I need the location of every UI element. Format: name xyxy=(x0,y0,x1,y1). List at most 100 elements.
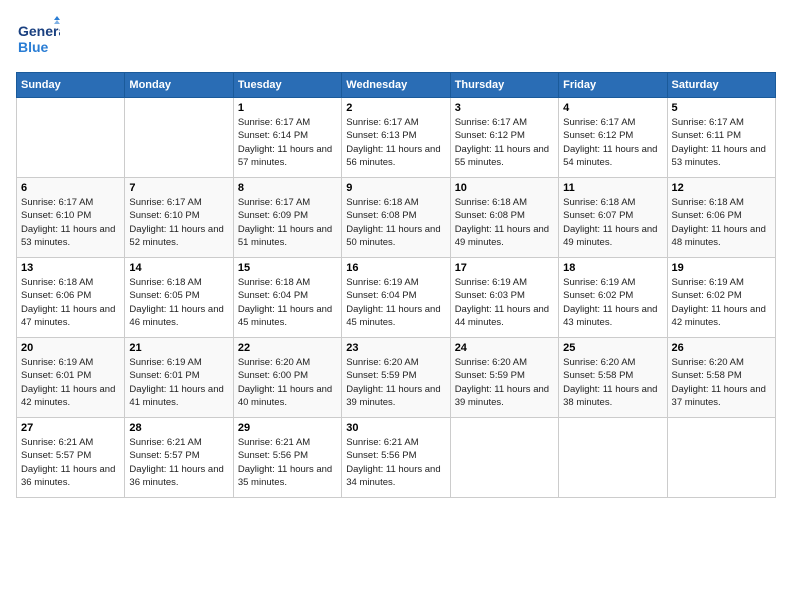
calendar-cell: 3 Sunrise: 6:17 AM Sunset: 6:12 PM Dayli… xyxy=(450,98,558,178)
col-sunday: Sunday xyxy=(17,73,125,98)
day-number: 12 xyxy=(672,182,771,194)
calendar-table: Sunday Monday Tuesday Wednesday Thursday… xyxy=(16,72,776,498)
header: General Blue xyxy=(16,16,776,60)
calendar-cell: 27 Sunrise: 6:21 AM Sunset: 5:57 PM Dayl… xyxy=(17,418,125,498)
day-number: 21 xyxy=(129,342,228,354)
day-info: Sunrise: 6:19 AM Sunset: 6:01 PM Dayligh… xyxy=(21,356,120,409)
day-number: 14 xyxy=(129,262,228,274)
calendar-week-row: 13 Sunrise: 6:18 AM Sunset: 6:06 PM Dayl… xyxy=(17,258,776,338)
day-info: Sunrise: 6:20 AM Sunset: 5:58 PM Dayligh… xyxy=(672,356,771,409)
calendar-cell: 20 Sunrise: 6:19 AM Sunset: 6:01 PM Dayl… xyxy=(17,338,125,418)
day-info: Sunrise: 6:17 AM Sunset: 6:11 PM Dayligh… xyxy=(672,116,771,169)
calendar-cell: 14 Sunrise: 6:18 AM Sunset: 6:05 PM Dayl… xyxy=(125,258,233,338)
day-number: 16 xyxy=(346,262,445,274)
calendar-cell: 22 Sunrise: 6:20 AM Sunset: 6:00 PM Dayl… xyxy=(233,338,341,418)
calendar-cell: 29 Sunrise: 6:21 AM Sunset: 5:56 PM Dayl… xyxy=(233,418,341,498)
day-info: Sunrise: 6:18 AM Sunset: 6:06 PM Dayligh… xyxy=(672,196,771,249)
calendar-cell: 6 Sunrise: 6:17 AM Sunset: 6:10 PM Dayli… xyxy=(17,178,125,258)
calendar-week-row: 27 Sunrise: 6:21 AM Sunset: 5:57 PM Dayl… xyxy=(17,418,776,498)
calendar-cell: 9 Sunrise: 6:18 AM Sunset: 6:08 PM Dayli… xyxy=(342,178,450,258)
calendar-cell: 17 Sunrise: 6:19 AM Sunset: 6:03 PM Dayl… xyxy=(450,258,558,338)
day-number: 26 xyxy=(672,342,771,354)
day-number: 20 xyxy=(21,342,120,354)
calendar-cell: 21 Sunrise: 6:19 AM Sunset: 6:01 PM Dayl… xyxy=(125,338,233,418)
day-number: 1 xyxy=(238,102,337,114)
calendar-week-row: 6 Sunrise: 6:17 AM Sunset: 6:10 PM Dayli… xyxy=(17,178,776,258)
day-info: Sunrise: 6:17 AM Sunset: 6:10 PM Dayligh… xyxy=(129,196,228,249)
day-number: 30 xyxy=(346,422,445,434)
day-info: Sunrise: 6:18 AM Sunset: 6:04 PM Dayligh… xyxy=(238,276,337,329)
day-number: 19 xyxy=(672,262,771,274)
calendar-cell: 8 Sunrise: 6:17 AM Sunset: 6:09 PM Dayli… xyxy=(233,178,341,258)
day-info: Sunrise: 6:21 AM Sunset: 5:57 PM Dayligh… xyxy=(21,436,120,489)
day-info: Sunrise: 6:18 AM Sunset: 6:06 PM Dayligh… xyxy=(21,276,120,329)
calendar-cell: 16 Sunrise: 6:19 AM Sunset: 6:04 PM Dayl… xyxy=(342,258,450,338)
day-number: 3 xyxy=(455,102,554,114)
day-info: Sunrise: 6:18 AM Sunset: 6:05 PM Dayligh… xyxy=(129,276,228,329)
day-info: Sunrise: 6:17 AM Sunset: 6:12 PM Dayligh… xyxy=(455,116,554,169)
col-monday: Monday xyxy=(125,73,233,98)
calendar-cell: 2 Sunrise: 6:17 AM Sunset: 6:13 PM Dayli… xyxy=(342,98,450,178)
day-info: Sunrise: 6:17 AM Sunset: 6:14 PM Dayligh… xyxy=(238,116,337,169)
day-number: 27 xyxy=(21,422,120,434)
day-info: Sunrise: 6:19 AM Sunset: 6:04 PM Dayligh… xyxy=(346,276,445,329)
calendar-week-row: 1 Sunrise: 6:17 AM Sunset: 6:14 PM Dayli… xyxy=(17,98,776,178)
calendar-cell: 5 Sunrise: 6:17 AM Sunset: 6:11 PM Dayli… xyxy=(667,98,775,178)
day-info: Sunrise: 6:19 AM Sunset: 6:02 PM Dayligh… xyxy=(563,276,662,329)
day-info: Sunrise: 6:18 AM Sunset: 6:08 PM Dayligh… xyxy=(346,196,445,249)
logo-svg: General Blue xyxy=(16,16,60,60)
day-info: Sunrise: 6:20 AM Sunset: 5:59 PM Dayligh… xyxy=(455,356,554,409)
day-number: 22 xyxy=(238,342,337,354)
calendar-cell: 25 Sunrise: 6:20 AM Sunset: 5:58 PM Dayl… xyxy=(559,338,667,418)
calendar-cell: 13 Sunrise: 6:18 AM Sunset: 6:06 PM Dayl… xyxy=(17,258,125,338)
calendar-cell xyxy=(17,98,125,178)
calendar-cell xyxy=(450,418,558,498)
col-wednesday: Wednesday xyxy=(342,73,450,98)
day-info: Sunrise: 6:18 AM Sunset: 6:07 PM Dayligh… xyxy=(563,196,662,249)
day-number: 13 xyxy=(21,262,120,274)
calendar-header-row: Sunday Monday Tuesday Wednesday Thursday… xyxy=(17,73,776,98)
day-info: Sunrise: 6:19 AM Sunset: 6:03 PM Dayligh… xyxy=(455,276,554,329)
day-info: Sunrise: 6:20 AM Sunset: 5:58 PM Dayligh… xyxy=(563,356,662,409)
calendar-cell: 26 Sunrise: 6:20 AM Sunset: 5:58 PM Dayl… xyxy=(667,338,775,418)
calendar-cell: 11 Sunrise: 6:18 AM Sunset: 6:07 PM Dayl… xyxy=(559,178,667,258)
day-number: 7 xyxy=(129,182,228,194)
day-number: 23 xyxy=(346,342,445,354)
col-friday: Friday xyxy=(559,73,667,98)
calendar-cell: 28 Sunrise: 6:21 AM Sunset: 5:57 PM Dayl… xyxy=(125,418,233,498)
calendar-cell xyxy=(125,98,233,178)
calendar-cell: 4 Sunrise: 6:17 AM Sunset: 6:12 PM Dayli… xyxy=(559,98,667,178)
calendar-week-row: 20 Sunrise: 6:19 AM Sunset: 6:01 PM Dayl… xyxy=(17,338,776,418)
day-number: 28 xyxy=(129,422,228,434)
calendar-cell: 24 Sunrise: 6:20 AM Sunset: 5:59 PM Dayl… xyxy=(450,338,558,418)
day-number: 5 xyxy=(672,102,771,114)
day-info: Sunrise: 6:17 AM Sunset: 6:12 PM Dayligh… xyxy=(563,116,662,169)
day-number: 15 xyxy=(238,262,337,274)
day-info: Sunrise: 6:18 AM Sunset: 6:08 PM Dayligh… xyxy=(455,196,554,249)
day-info: Sunrise: 6:17 AM Sunset: 6:13 PM Dayligh… xyxy=(346,116,445,169)
day-number: 8 xyxy=(238,182,337,194)
logo: General Blue xyxy=(16,16,60,60)
day-info: Sunrise: 6:20 AM Sunset: 5:59 PM Dayligh… xyxy=(346,356,445,409)
day-number: 17 xyxy=(455,262,554,274)
day-info: Sunrise: 6:19 AM Sunset: 6:01 PM Dayligh… xyxy=(129,356,228,409)
col-tuesday: Tuesday xyxy=(233,73,341,98)
calendar-cell: 19 Sunrise: 6:19 AM Sunset: 6:02 PM Dayl… xyxy=(667,258,775,338)
calendar-cell: 7 Sunrise: 6:17 AM Sunset: 6:10 PM Dayli… xyxy=(125,178,233,258)
day-number: 29 xyxy=(238,422,337,434)
calendar-cell xyxy=(667,418,775,498)
calendar-cell xyxy=(559,418,667,498)
calendar-cell: 30 Sunrise: 6:21 AM Sunset: 5:56 PM Dayl… xyxy=(342,418,450,498)
day-number: 6 xyxy=(21,182,120,194)
day-number: 25 xyxy=(563,342,662,354)
calendar-cell: 18 Sunrise: 6:19 AM Sunset: 6:02 PM Dayl… xyxy=(559,258,667,338)
day-number: 4 xyxy=(563,102,662,114)
day-info: Sunrise: 6:20 AM Sunset: 6:00 PM Dayligh… xyxy=(238,356,337,409)
calendar-cell: 12 Sunrise: 6:18 AM Sunset: 6:06 PM Dayl… xyxy=(667,178,775,258)
day-number: 18 xyxy=(563,262,662,274)
day-info: Sunrise: 6:21 AM Sunset: 5:56 PM Dayligh… xyxy=(238,436,337,489)
day-number: 9 xyxy=(346,182,445,194)
day-number: 11 xyxy=(563,182,662,194)
day-info: Sunrise: 6:19 AM Sunset: 6:02 PM Dayligh… xyxy=(672,276,771,329)
calendar-cell: 1 Sunrise: 6:17 AM Sunset: 6:14 PM Dayli… xyxy=(233,98,341,178)
